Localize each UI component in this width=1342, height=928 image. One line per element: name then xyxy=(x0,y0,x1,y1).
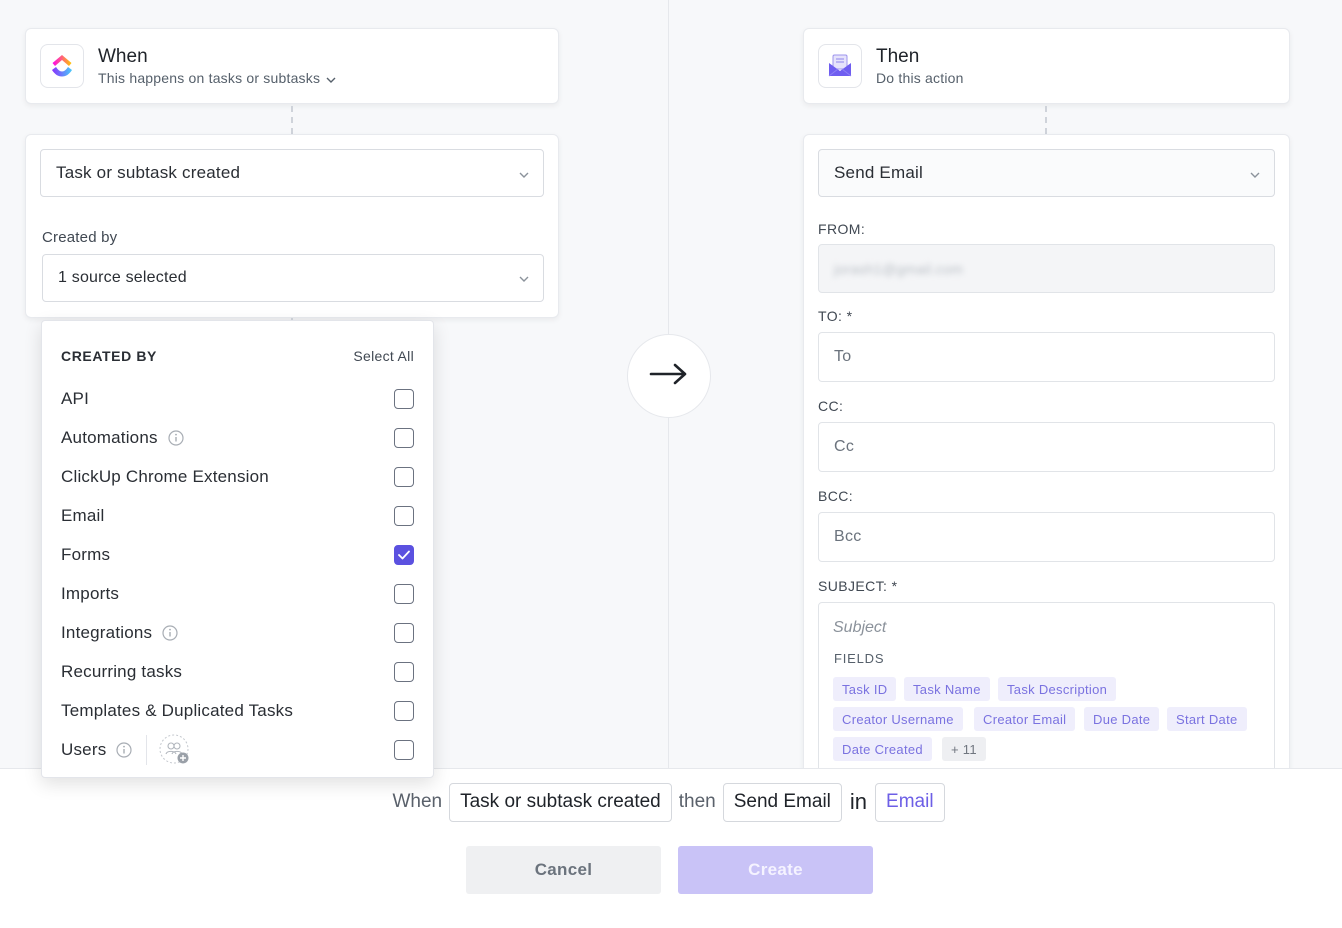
option-email[interactable]: Email xyxy=(61,504,414,528)
checkbox[interactable] xyxy=(394,584,414,604)
from-label: FROM: xyxy=(818,221,866,237)
option-label: Forms xyxy=(61,545,111,564)
trigger-scope-dropdown[interactable]: This happens on tasks or subtasks xyxy=(98,70,336,86)
bcc-placeholder: Bcc xyxy=(834,528,862,545)
more-fields-chip[interactable]: + 11 xyxy=(942,737,986,761)
checkbox[interactable] xyxy=(394,740,414,760)
created-by-select[interactable]: 1 source selected xyxy=(42,254,544,302)
to-field[interactable]: To xyxy=(818,332,1275,382)
action-value: Send Email xyxy=(834,163,923,182)
to-placeholder: To xyxy=(834,348,852,365)
option-label: API xyxy=(61,389,90,408)
field-chip-task-description[interactable]: Task Description xyxy=(998,677,1117,701)
option-api[interactable]: API xyxy=(61,387,414,411)
subject-field[interactable]: Subject FIELDS Task ID Task Name Task De… xyxy=(818,602,1275,782)
option-label: Recurring tasks xyxy=(61,662,183,681)
summary-when: When xyxy=(392,791,443,812)
info-icon[interactable] xyxy=(116,742,133,758)
created-by-dropdown: CREATED BY Select All API Automations Cl… xyxy=(41,320,434,778)
trigger-title: When xyxy=(98,46,148,67)
select-all-button[interactable]: Select All xyxy=(353,348,414,364)
checkbox[interactable] xyxy=(394,623,414,643)
field-chip-date-created[interactable]: Date Created xyxy=(833,737,932,761)
option-label: Integrations xyxy=(61,623,153,642)
field-chip-task-name[interactable]: Task Name xyxy=(904,677,990,701)
option-label: ClickUp Chrome Extension xyxy=(61,467,269,486)
checkbox-checked[interactable] xyxy=(394,545,414,565)
option-label: Email xyxy=(61,506,105,525)
action-header-card[interactable]: Then Do this action xyxy=(803,28,1290,104)
bcc-field[interactable]: Bcc xyxy=(818,512,1275,562)
option-imports[interactable]: Imports xyxy=(61,582,414,606)
checkmark-icon xyxy=(398,550,410,560)
trigger-subtitle: This happens on tasks or subtasks xyxy=(98,70,321,86)
option-integrations[interactable]: Integrations xyxy=(61,621,414,645)
flow-arrow xyxy=(627,334,711,418)
create-button[interactable]: Create xyxy=(678,846,873,894)
created-by-label: Created by xyxy=(42,229,118,246)
field-chip-due-date[interactable]: Due Date xyxy=(1084,707,1160,731)
chevron-down-icon xyxy=(326,70,336,86)
option-label: Automations xyxy=(61,428,158,447)
action-title: Then xyxy=(876,46,920,67)
option-clickup-chrome-extension[interactable]: ClickUp Chrome Extension xyxy=(61,465,414,489)
subject-label: SUBJECT: * xyxy=(818,578,898,594)
automation-summary: When Task or subtask created then Send E… xyxy=(0,782,1342,822)
chevron-down-icon xyxy=(519,163,529,183)
trigger-header-card[interactable]: When This happens on tasks or subtasks xyxy=(25,28,559,104)
arrow-right-icon xyxy=(649,362,689,391)
clickup-logo-icon xyxy=(40,44,84,88)
option-label: Templates & Duplicated Tasks xyxy=(61,701,294,720)
checkbox[interactable] xyxy=(394,467,414,487)
cancel-button[interactable]: Cancel xyxy=(466,846,661,894)
trigger-event-select[interactable]: Task or subtask created xyxy=(40,149,544,197)
fields-label: FIELDS xyxy=(834,651,885,666)
summary-action-pill[interactable]: Send Email xyxy=(722,782,842,822)
add-users-icon[interactable] xyxy=(146,734,191,765)
checkbox[interactable] xyxy=(394,389,414,409)
checkbox[interactable] xyxy=(394,662,414,682)
field-chip-task-id[interactable]: Task ID xyxy=(833,677,897,701)
summary-location-pill[interactable]: Email xyxy=(875,782,945,822)
from-value: jorash1@gmail.com xyxy=(834,260,964,277)
action-select[interactable]: Send Email xyxy=(818,149,1275,197)
summary-in: in xyxy=(849,789,868,814)
summary-then: then xyxy=(678,791,716,812)
cc-label: CC: xyxy=(818,398,844,414)
info-icon[interactable] xyxy=(162,625,178,641)
dropdown-title: CREATED BY xyxy=(61,348,157,364)
summary-trigger-pill[interactable]: Task or subtask created xyxy=(449,782,672,822)
to-label: TO: * xyxy=(818,308,853,324)
option-label: Imports xyxy=(61,584,120,603)
subject-placeholder: Subject xyxy=(833,619,887,636)
checkbox[interactable] xyxy=(394,506,414,526)
from-field: jorash1@gmail.com xyxy=(818,244,1275,293)
checkbox[interactable] xyxy=(394,428,414,448)
cc-field[interactable]: Cc xyxy=(818,422,1275,472)
option-templates-duplicated-tasks[interactable]: Templates & Duplicated Tasks xyxy=(61,699,414,723)
checkbox[interactable] xyxy=(394,701,414,721)
option-label: Users xyxy=(61,740,107,759)
option-users[interactable]: Users xyxy=(61,734,414,765)
info-icon[interactable] xyxy=(168,430,184,446)
field-chip-start-date[interactable]: Start Date xyxy=(1167,707,1247,731)
trigger-event-value: Task or subtask created xyxy=(56,163,241,182)
option-automations[interactable]: Automations xyxy=(61,426,414,450)
created-by-value: 1 source selected xyxy=(58,269,187,286)
chevron-down-icon xyxy=(1250,163,1260,183)
bcc-label: BCC: xyxy=(818,488,854,504)
option-recurring-tasks[interactable]: Recurring tasks xyxy=(61,660,414,684)
field-chip-creator-email[interactable]: Creator Email xyxy=(974,707,1076,731)
action-subtitle: Do this action xyxy=(876,70,964,86)
field-chip-creator-username[interactable]: Creator Username xyxy=(833,707,963,731)
chevron-down-icon xyxy=(519,269,529,287)
email-envelope-icon xyxy=(818,44,862,88)
option-forms[interactable]: Forms xyxy=(61,543,414,567)
trigger-connector xyxy=(291,106,293,134)
cc-placeholder: Cc xyxy=(834,438,855,455)
action-connector xyxy=(1045,106,1047,134)
